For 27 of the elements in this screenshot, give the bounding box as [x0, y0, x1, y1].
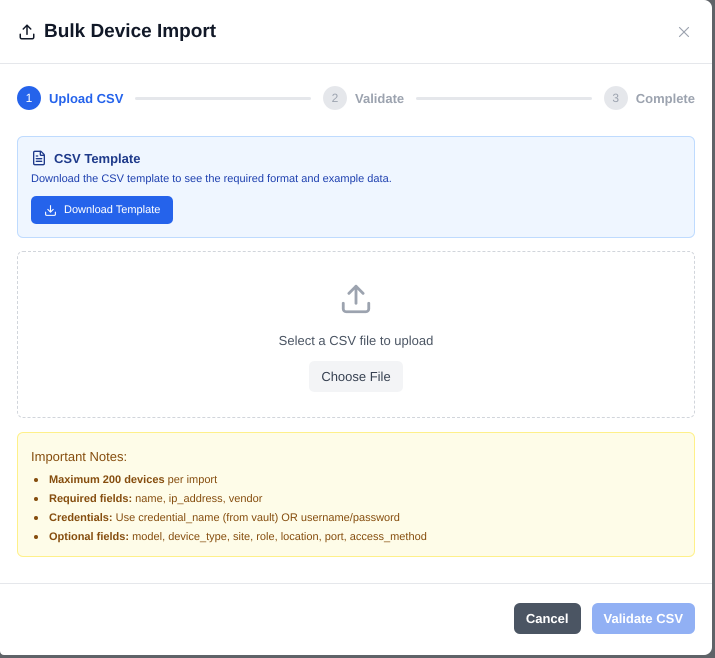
step-label: Validate: [355, 90, 404, 106]
card-description: Download the CSV template to see the required format and example data.: [31, 173, 392, 185]
notes-title: Important Notes:: [31, 449, 128, 464]
bullet-icon: [34, 497, 38, 501]
choose-file-button[interactable]: Choose File: [309, 361, 403, 392]
upload-drop-zone[interactable]: Select a CSV file to upload Choose File: [17, 251, 695, 418]
document-icon: [31, 150, 47, 166]
note-text: Required fields: name, ip_address, vendor: [49, 492, 262, 506]
dialog-title: Bulk Device Import: [44, 20, 218, 42]
bullet-icon: [34, 535, 38, 539]
cancel-button[interactable]: Cancel: [514, 603, 581, 634]
step-number: 1: [17, 86, 41, 110]
note-text: Credentials: Use credential_name (from vault) OR username/password: [49, 511, 400, 525]
step-number: 3: [604, 86, 628, 110]
step-number: 2: [323, 86, 348, 110]
upload-prompt: Select a CSV file to upload: [278, 333, 434, 348]
step-label: Complete: [636, 90, 695, 106]
upload-icon: [18, 22, 36, 40]
download-icon: [44, 204, 57, 216]
bullet-icon: [34, 478, 38, 482]
bullet-icon: [34, 516, 38, 520]
card-title: CSV Template: [54, 150, 140, 166]
note-text: Maximum 200 devices per import: [49, 473, 218, 487]
step-label: Upload CSV: [49, 90, 124, 106]
note-text: Optional fields: model, device_type, site, role, location, port, access_method: [49, 530, 427, 544]
download-template-button[interactable]: Download Template: [31, 196, 174, 224]
upload-icon: [339, 282, 373, 316]
